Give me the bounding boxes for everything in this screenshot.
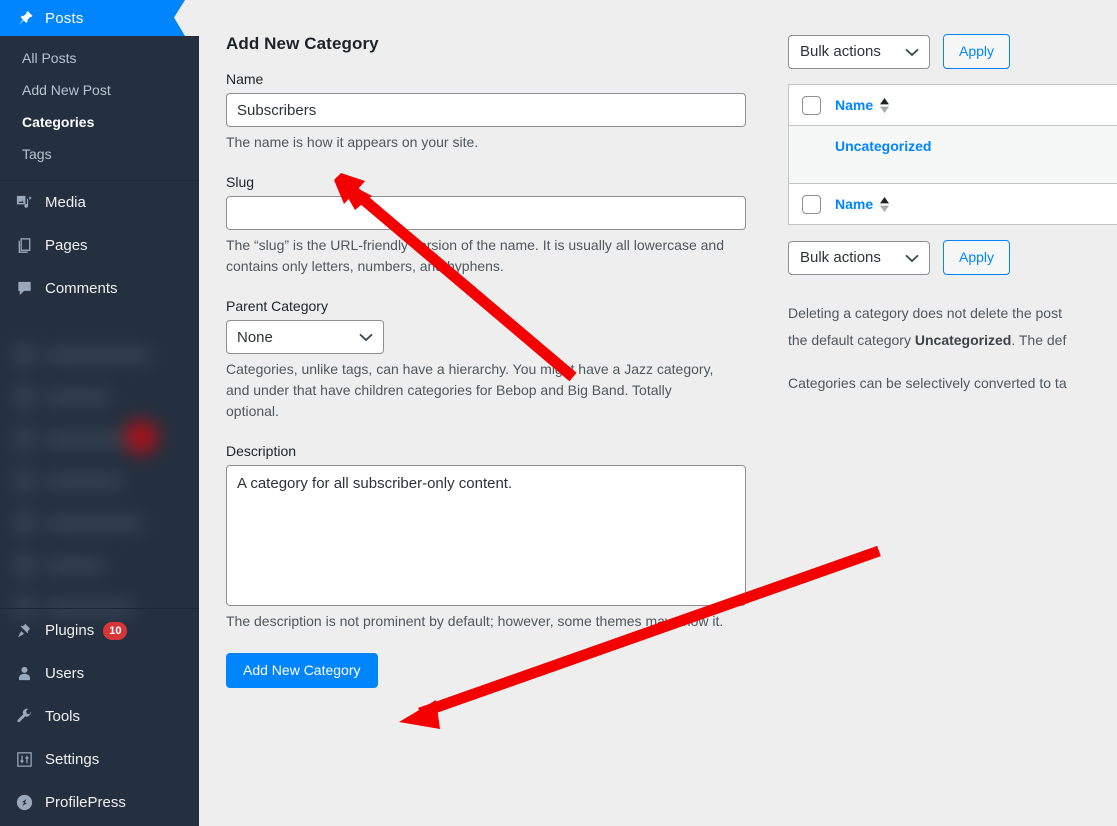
sidebar-menu-header-posts[interactable]: Posts (0, 0, 199, 36)
note-line-3: Categories can be selectively converted … (788, 375, 1067, 391)
bulk-actions-bottom-select[interactable]: Bulk actions (788, 240, 930, 275)
sidebar-item-settings-label: Settings (45, 751, 100, 768)
sidebar-item-profilepress-label: ProfilePress (45, 794, 126, 811)
sort-arrows-icon[interactable] (879, 196, 890, 212)
column-header-name-top-label: Name (835, 97, 874, 113)
field-group-slug: Slug The “slug” is the URL-friendly vers… (226, 174, 748, 277)
admin-sidebar: Posts All Posts Add New Post Categories … (0, 0, 199, 826)
sidebar-item-media[interactable]: Media (0, 181, 199, 224)
sliders-icon (13, 749, 35, 771)
main-content: Add New Category Name The name is how it… (199, 0, 1117, 826)
media-icon (13, 192, 35, 214)
note-line-2-tail: . The def (1011, 332, 1067, 348)
tablenav-top: Bulk actions Apply (788, 34, 1117, 69)
sidebar-item-all-posts[interactable]: All Posts (0, 43, 199, 75)
plugins-update-badge: 10 (103, 621, 128, 640)
slug-input[interactable] (226, 196, 746, 230)
description-help-text: The description is not prominent by defa… (226, 613, 724, 629)
apply-bottom-button[interactable]: Apply (943, 240, 1011, 275)
category-name-link[interactable]: Uncategorized (835, 138, 931, 154)
table-header-row: Name (789, 85, 1117, 126)
column-header-name-bottom-label: Name (835, 196, 874, 212)
pin-icon (13, 7, 35, 29)
table-footer-row: Name (789, 184, 1117, 225)
name-input[interactable] (226, 93, 746, 127)
category-list-panel: Bulk actions Apply Name Uncategorized Na… (788, 34, 1117, 413)
field-group-name: Name The name is how it appears on your … (226, 71, 748, 153)
sidebar-menu-header-label: Posts (45, 9, 84, 27)
sidebar-item-media-label: Media (45, 194, 86, 211)
note-line-2-text: the default category (788, 332, 915, 348)
sidebar-item-users[interactable]: Users (0, 652, 199, 695)
sidebar-item-tools[interactable]: Tools (0, 695, 199, 738)
name-help-text: The name is how it appears on your site. (226, 134, 479, 150)
sidebar-item-tags[interactable]: Tags (0, 139, 199, 171)
select-all-checkbox-top[interactable] (802, 95, 821, 115)
sidebar-item-profilepress[interactable]: ProfilePress (0, 781, 199, 824)
sidebar-active-arrow-icon (173, 0, 199, 36)
field-group-parent-category: Parent Category None Categories, unlike … (226, 298, 748, 422)
sidebar-item-plugins[interactable]: Plugins 10 (0, 609, 199, 652)
categories-table: Name Uncategorized Name (788, 84, 1117, 225)
slug-label: Slug (226, 174, 255, 190)
bulk-actions-top-wrap: Bulk actions (788, 34, 930, 69)
sidebar-item-add-new-post[interactable]: Add New Post (0, 75, 199, 107)
profilepress-icon (13, 792, 35, 814)
slug-help-text: The “slug” is the URL-friendly version o… (226, 237, 724, 274)
parent-category-label: Parent Category (226, 298, 328, 314)
column-header-name-bottom[interactable]: Name (835, 196, 890, 212)
tablenav-bottom: Bulk actions Apply (788, 240, 1117, 275)
bulk-actions-bottom-wrap: Bulk actions (788, 240, 930, 275)
parent-category-select[interactable]: None (226, 320, 384, 354)
sort-arrows-icon[interactable] (879, 97, 890, 113)
column-header-name-top[interactable]: Name (835, 97, 890, 113)
user-icon (13, 663, 35, 685)
page-title: Add New Category (226, 34, 379, 53)
sidebar-item-users-label: Users (45, 665, 85, 682)
description-label: Description (226, 443, 297, 459)
add-new-category-submit-button[interactable]: Add New Category (226, 653, 378, 688)
apply-top-button[interactable]: Apply (943, 34, 1011, 69)
pages-icon (13, 235, 35, 257)
sidebar-item-settings[interactable]: Settings (0, 738, 199, 781)
note-bold-uncategorized: Uncategorized (914, 332, 1012, 348)
bulk-actions-top-select[interactable]: Bulk actions (788, 34, 930, 69)
note-line-2: the default category Uncategorized. The … (788, 327, 1117, 354)
sidebar-item-categories[interactable]: Categories (0, 107, 199, 139)
note-line-1: Deleting a category does not delete the … (788, 305, 1062, 321)
category-notes: Deleting a category does not delete the … (788, 300, 1117, 397)
sidebar-item-pages-label: Pages (45, 237, 88, 254)
table-row: Uncategorized (789, 126, 1117, 184)
sidebar-item-tools-label: Tools (45, 708, 81, 725)
sidebar-item-plugins-label: Plugins (45, 622, 95, 639)
sidebar-submenu-posts: All Posts Add New Post Categories Tags (0, 36, 199, 180)
select-all-checkbox-bottom[interactable] (802, 194, 821, 214)
parent-category-select-wrap: None (226, 320, 384, 354)
parent-category-help-text: Categories, unlike tags, can have a hier… (226, 361, 714, 419)
notification-dot-icon (124, 420, 158, 454)
field-group-description: Description A category for all subscribe… (226, 443, 748, 632)
sidebar-item-comments-label: Comments (45, 280, 118, 297)
plug-icon (13, 620, 35, 642)
name-label: Name (226, 71, 264, 87)
obscured-sidebar-block (4, 334, 176, 619)
wrench-icon (13, 706, 35, 728)
comments-icon (13, 278, 35, 300)
sidebar-item-pages[interactable]: Pages (0, 224, 199, 267)
sidebar-item-comments[interactable]: Comments (0, 267, 199, 310)
add-new-category-form: Add New Category Name The name is how it… (226, 34, 748, 688)
description-textarea[interactable]: A category for all subscriber-only conte… (226, 465, 746, 606)
